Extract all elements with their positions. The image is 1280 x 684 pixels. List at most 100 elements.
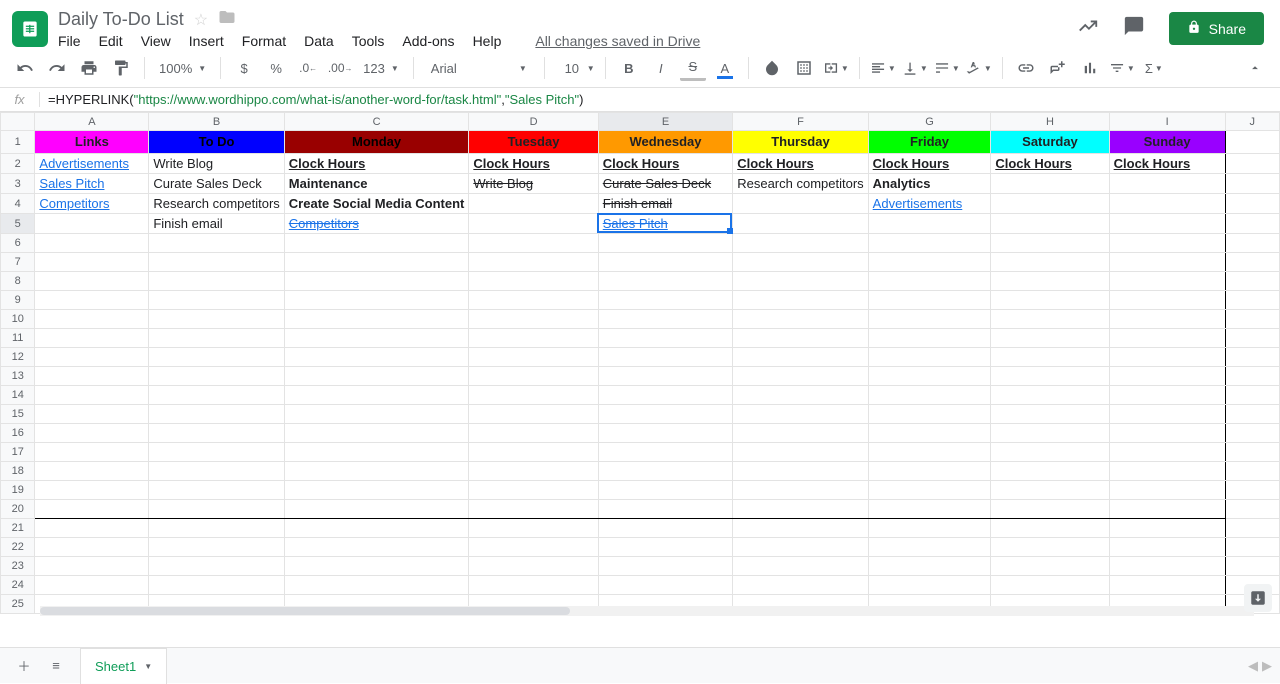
cell-G3[interactable]: Analytics [869,174,991,193]
horizontal-scrollbar[interactable] [40,606,1254,616]
cell-E2[interactable]: Clock Hours [599,154,732,173]
horizontal-align-button[interactable]: ▼ [870,55,896,81]
sheet-tab[interactable]: Sheet1▼ [80,648,167,684]
insert-link-button[interactable] [1013,55,1039,81]
paint-format-button[interactable] [108,55,134,81]
cell-C3[interactable]: Maintenance [285,174,469,193]
menu-data[interactable]: Data [304,33,334,49]
cell-E5[interactable]: Sales Pitch [599,214,732,233]
cell-A2[interactable]: Advertisements [35,154,148,173]
vertical-align-button[interactable]: ▼ [902,55,928,81]
cell-B4[interactable]: Research competitors [149,194,283,213]
move-folder-icon[interactable] [218,8,236,31]
cell-A3[interactable]: Sales Pitch [35,174,148,193]
row-header-17[interactable]: 17 [1,443,35,462]
formula-input[interactable]: =HYPERLINK("https://www.wordhippo.com/wh… [40,92,583,107]
strikethrough-button[interactable]: S [680,55,706,81]
format-percent-button[interactable]: % [263,55,289,81]
cell-D2[interactable]: Clock Hours [469,154,597,173]
cell-F2[interactable]: Clock Hours [733,154,867,173]
cell-E4[interactable]: Finish email [599,194,732,213]
row-header-20[interactable]: 20 [1,500,35,519]
text-wrap-button[interactable]: ▼ [934,55,960,81]
row-header-7[interactable]: 7 [1,253,35,272]
row-header-12[interactable]: 12 [1,348,35,367]
star-icon[interactable]: ☆ [194,10,208,30]
insert-comment-button[interactable] [1045,55,1071,81]
font-family-dropdown[interactable]: Arial▼ [424,58,534,79]
comments-icon[interactable] [1123,15,1145,43]
menu-file[interactable]: File [58,33,81,49]
text-rotation-button[interactable]: ▼ [966,55,992,81]
doc-title[interactable]: Daily To-Do List [58,9,184,30]
row-header-15[interactable]: 15 [1,405,35,424]
row-header-6[interactable]: 6 [1,234,35,253]
decrease-decimal-button[interactable]: .0← [295,55,321,81]
filter-button[interactable]: ▼ [1109,55,1135,81]
col-header-B[interactable]: B [149,113,284,131]
cell-G4[interactable]: Advertisements [869,194,991,213]
row-header-18[interactable]: 18 [1,462,35,481]
cell-H2[interactable]: Clock Hours [991,154,1108,173]
row-header-1[interactable]: 1 [1,131,35,154]
col-header-F[interactable]: F [733,113,868,131]
row-header-3[interactable]: 3 [1,174,35,194]
cell-F3[interactable]: Research competitors [733,174,867,193]
share-button[interactable]: Share [1169,12,1264,45]
cell-C4[interactable]: Create Social Media Content [285,194,469,213]
italic-button[interactable]: I [648,55,674,81]
cell-G2[interactable]: Clock Hours [869,154,991,173]
explore-button[interactable] [1244,584,1272,612]
row-header-4[interactable]: 4 [1,194,35,214]
menu-addons[interactable]: Add-ons [402,33,454,49]
menu-insert[interactable]: Insert [189,33,224,49]
row-header-8[interactable]: 8 [1,272,35,291]
row-header-21[interactable]: 21 [1,519,35,538]
cell-B2[interactable]: Write Blog [149,154,283,173]
row-header-9[interactable]: 9 [1,291,35,310]
activity-icon[interactable] [1077,15,1099,43]
format-currency-button[interactable]: $ [231,55,257,81]
select-all-corner[interactable] [1,113,35,131]
col-header-D[interactable]: D [469,113,598,131]
menu-view[interactable]: View [141,33,171,49]
cell-C2[interactable]: Clock Hours [285,154,469,173]
menu-help[interactable]: Help [473,33,502,49]
row-header-2[interactable]: 2 [1,154,35,174]
tab-nav-right[interactable]: ▶ [1262,658,1272,674]
text-color-button[interactable]: A [712,55,738,81]
col-header-A[interactable]: A [35,113,149,131]
drive-status[interactable]: All changes saved in Drive [535,33,700,49]
redo-button[interactable] [44,55,70,81]
col-header-E[interactable]: E [598,113,732,131]
cell-E3[interactable]: Curate Sales Deck [599,174,732,193]
cell-A4[interactable]: Competitors [35,194,148,213]
sheets-logo[interactable] [12,11,48,47]
row-header-5[interactable]: 5 [1,214,35,234]
merge-cells-button[interactable]: ▼ [823,55,849,81]
bold-button[interactable]: B [616,55,642,81]
cell-B5[interactable]: Finish email [149,214,283,233]
formula-bar[interactable]: fx =HYPERLINK("https://www.wordhippo.com… [0,88,1280,112]
col-header-J[interactable]: J [1225,113,1279,131]
row-header-22[interactable]: 22 [1,538,35,557]
col-header-G[interactable]: G [868,113,991,131]
font-size-input[interactable]: ▼ [555,58,595,79]
menu-tools[interactable]: Tools [352,33,385,49]
add-sheet-button[interactable]: ＋ [8,650,40,682]
functions-button[interactable]: Σ▼ [1141,55,1167,81]
cell-B3[interactable]: Curate Sales Deck [149,174,283,193]
row-header-23[interactable]: 23 [1,557,35,576]
row-header-25[interactable]: 25 [1,595,35,614]
cell-C5[interactable]: Competitors [285,214,469,233]
more-formats-dropdown[interactable]: 123▼ [359,61,403,76]
row-header-16[interactable]: 16 [1,424,35,443]
row-header-10[interactable]: 10 [1,310,35,329]
spreadsheet-grid[interactable]: ABCDEFGHIJ1LinksTo DoMondayTuesdayWednes… [0,112,1280,614]
zoom-dropdown[interactable]: 100%▼ [155,61,210,76]
increase-decimal-button[interactable]: .00→ [327,55,353,81]
col-header-I[interactable]: I [1109,113,1225,131]
cell-I2[interactable]: Clock Hours [1110,154,1225,173]
row-header-19[interactable]: 19 [1,481,35,500]
fill-color-button[interactable] [759,55,785,81]
